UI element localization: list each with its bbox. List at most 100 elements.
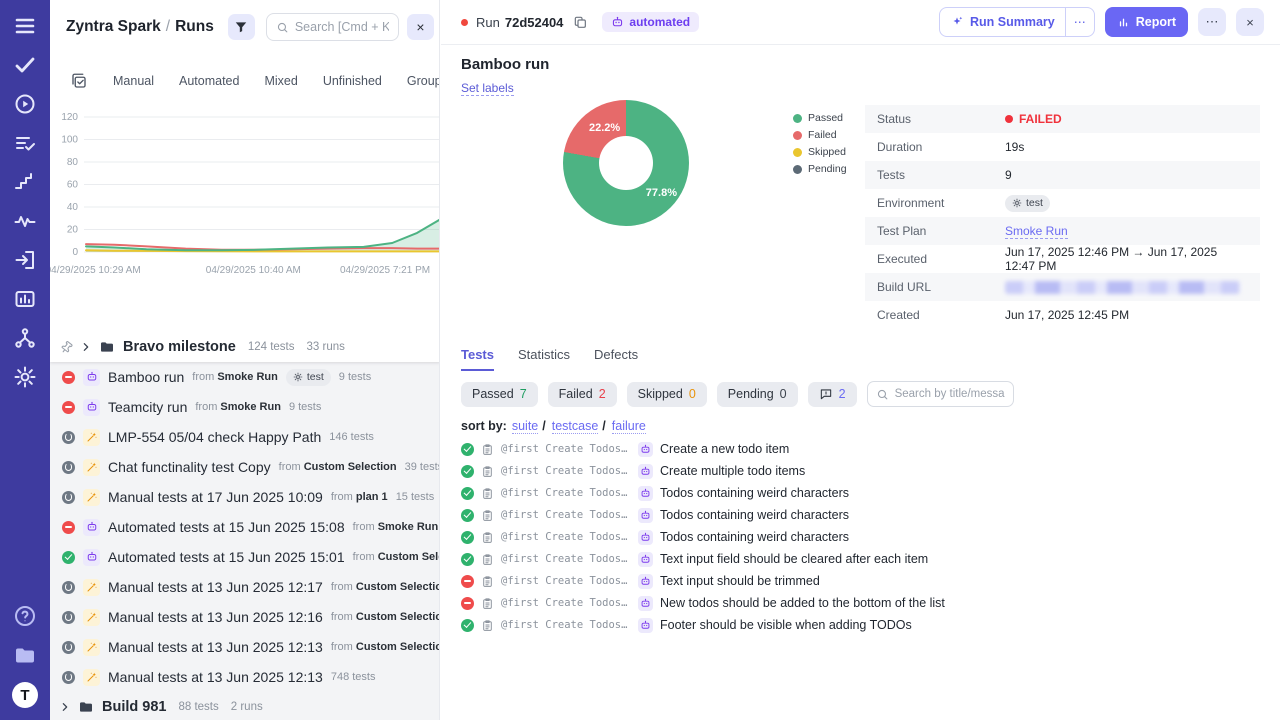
automated-badge[interactable]: automated [602,12,699,32]
import-icon[interactable] [13,248,37,272]
sort-option-link[interactable]: testcase [552,419,599,434]
run-row[interactable]: Manual tests at 17 Jun 2025 10:09 from p… [50,489,440,506]
group-row[interactable]: Bravo milestone 124 tests 33 runs [50,339,440,355]
run-row[interactable]: Automated tests at 15 Jun 2025 15:08 fro… [50,519,440,536]
list-item[interactable]: LMP-554 05/04 check Happy Path 146 tests [50,422,440,452]
analytics-bar-chart-icon[interactable] [13,287,37,311]
test-row[interactable]: @first Create Todos… Todos containing we… [461,482,1264,504]
select-runs-icon[interactable] [70,72,88,90]
run-row[interactable]: LMP-554 05/04 check Happy Path 146 tests [50,429,440,446]
test-plan-link[interactable]: Smoke Run [1005,224,1068,239]
test-row[interactable]: @first Create Todos… Todos containing we… [461,526,1264,548]
settings-gear-icon[interactable] [13,365,37,389]
build-url-redacted[interactable] [1005,281,1240,294]
test-suite-path[interactable]: @first Create Todos… [501,443,631,455]
report-button[interactable]: Report [1105,7,1188,37]
plans-list-icon[interactable] [13,131,37,155]
chevron-right-icon[interactable] [60,702,70,712]
filter-chip[interactable]: Failed 2 [548,382,617,407]
filter-chip[interactable]: Skipped 0 [627,382,707,407]
test-row[interactable]: @first Create Todos… Create multiple tod… [461,460,1264,482]
detail-tab[interactable]: Statistics [518,347,570,371]
test-suite-path[interactable]: @first Create Todos… [501,509,631,521]
test-suite-path[interactable]: @first Create Todos… [501,553,631,565]
set-labels-link[interactable]: Set labels [461,81,514,96]
list-item[interactable]: Chat functinality test Copy from Custom … [50,452,440,482]
list-item[interactable]: Manual tests at 17 Jun 2025 10:09 from p… [50,482,440,512]
projects-folder-icon[interactable] [13,643,37,667]
list-item[interactable]: Manual tests at 13 Jun 2025 12:17 from C… [50,572,440,602]
runs-play-icon[interactable] [13,92,37,116]
runs-search-input[interactable] [295,20,389,34]
filter-chip[interactable]: Pending 0 [717,382,798,407]
test-row[interactable]: @first Create Todos… Text input field sh… [461,548,1264,570]
sort-option-link[interactable]: suite [512,419,538,434]
filter-button[interactable] [228,14,255,40]
detail-tab[interactable]: Tests [461,347,494,371]
milestones-steps-icon[interactable] [13,170,37,194]
test-title[interactable]: Text input should be trimmed [660,574,820,588]
menu-icon[interactable] [13,14,37,38]
run-summary-more-button[interactable]: ⋯ [1065,8,1094,36]
test-row[interactable]: @first Create Todos… Footer should be vi… [461,614,1264,636]
detail-tab[interactable]: Defects [594,347,638,371]
test-suite-path[interactable]: @first Create Todos… [501,619,631,631]
help-icon[interactable] [13,604,37,628]
app-logo[interactable]: T [12,682,38,708]
tests-search-input[interactable] [895,388,1005,400]
test-row[interactable]: @first Create Todos… New todos should be… [461,592,1264,614]
test-title[interactable]: Create multiple todo items [660,464,805,478]
list-item[interactable]: Automated tests at 15 Jun 2025 15:08 fro… [50,512,440,542]
test-row[interactable]: @first Create Todos… Todos containing we… [461,504,1264,526]
list-item[interactable]: Bamboo run from Smoke Run test 9 tests [50,362,440,392]
close-run-button[interactable]: × [1236,8,1264,36]
test-title[interactable]: Todos containing weird characters [660,486,849,500]
runs-search[interactable] [266,13,399,41]
list-item[interactable]: Bravo milestone 124 tests 33 runs [50,332,440,362]
test-title[interactable]: Todos containing weird characters [660,530,849,544]
runs-tab[interactable]: Mixed [264,74,297,88]
test-suite-path[interactable]: @first Create Todos… [501,575,631,587]
run-row[interactable]: Manual tests at 13 Jun 2025 12:13 from C… [50,639,440,656]
test-title[interactable]: Text input field should be cleared after… [660,552,928,566]
sort-option-link[interactable]: failure [612,419,646,434]
copy-run-id-icon[interactable] [572,14,588,30]
list-item[interactable]: Manual tests at 13 Jun 2025 12:13 748 te… [50,662,440,692]
test-suite-path[interactable]: @first Create Todos… [501,597,631,609]
tests-search[interactable] [867,381,1014,407]
more-actions-button[interactable]: ⋯ [1198,8,1226,36]
panel-close-button[interactable]: × [407,14,434,40]
runs-tab[interactable]: Groups [407,74,440,88]
run-row[interactable]: Bamboo run from Smoke Run test 9 tests [50,369,440,386]
pin-icon[interactable] [57,338,75,356]
runs-tab[interactable]: Manual [113,74,154,88]
test-suite-path[interactable]: @first Create Todos… [501,531,631,543]
test-suite-path[interactable]: @first Create Todos… [501,465,631,477]
test-suite-path[interactable]: @first Create Todos… [501,487,631,499]
filter-chip[interactable]: Passed 7 [461,382,538,407]
runs-tab[interactable]: Unfinished [323,74,382,88]
test-row[interactable]: @first Create Todos… Text input should b… [461,570,1264,592]
test-title[interactable]: Todos containing weird characters [660,508,849,522]
test-title[interactable]: Footer should be visible when adding TOD… [660,618,912,632]
run-row[interactable]: Automated tests at 15 Jun 2025 15:01 fro… [50,549,440,566]
chevron-right-icon[interactable] [81,342,91,352]
filter-chip[interactable]: 2 [808,382,857,407]
list-item[interactable]: Build 981 88 tests 2 runs [50,692,440,720]
list-item[interactable]: Teamcity run from Smoke Run 9 tests [50,392,440,422]
run-row[interactable]: Manual tests at 13 Jun 2025 12:17 from C… [50,579,440,596]
test-title[interactable]: New todos should be added to the bottom … [660,596,945,610]
run-row[interactable]: Chat functinality test Copy from Custom … [50,459,440,476]
run-summary-button[interactable]: Run Summary ⋯ [939,7,1095,37]
list-item[interactable]: Manual tests at 13 Jun 2025 12:13 from C… [50,632,440,662]
runs-tab[interactable]: Automated [179,74,239,88]
run-row[interactable]: Manual tests at 13 Jun 2025 12:13 748 te… [50,669,440,686]
branch-share-icon[interactable] [13,326,37,350]
tests-check-icon[interactable] [13,53,37,77]
pulse-activity-icon[interactable] [13,209,37,233]
group-row[interactable]: Build 981 88 tests 2 runs [50,699,440,715]
list-item[interactable]: Automated tests at 15 Jun 2025 15:01 fro… [50,542,440,572]
run-row[interactable]: Teamcity run from Smoke Run 9 tests [50,399,440,416]
breadcrumb-project[interactable]: Zyntra Spark [66,18,161,35]
test-row[interactable]: @first Create Todos… Create a new todo i… [461,438,1264,460]
